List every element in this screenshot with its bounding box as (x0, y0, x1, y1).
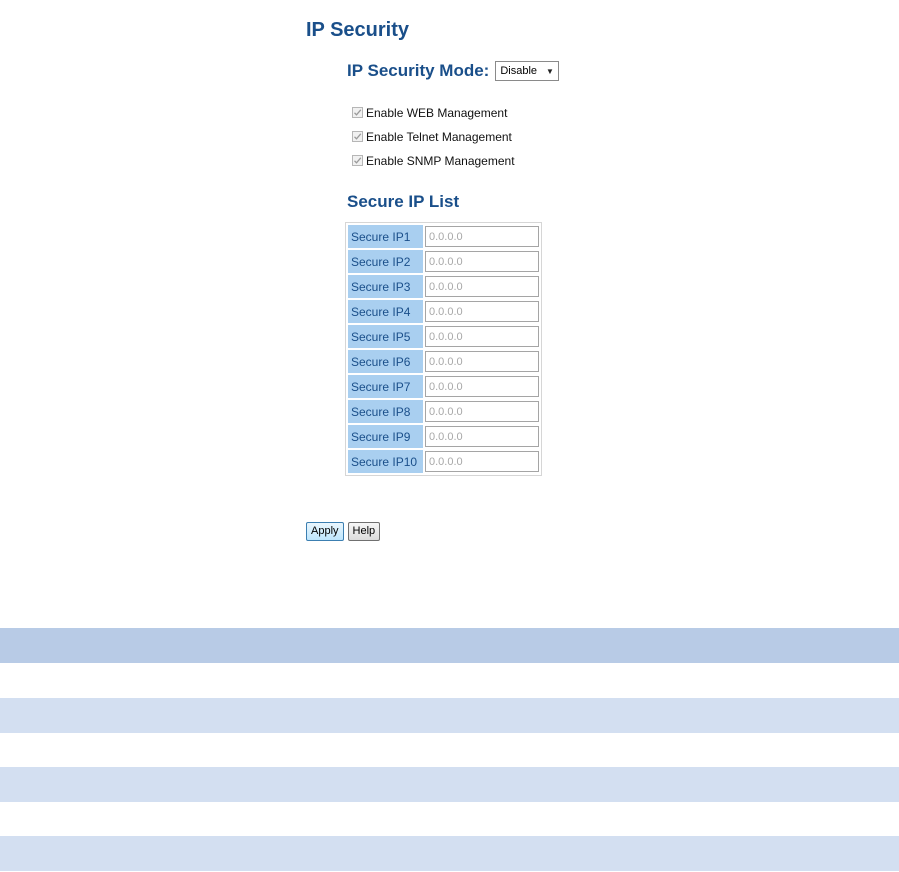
secure-ip-input[interactable] (425, 251, 539, 272)
secure-ip-label: Secure IP5 (348, 325, 423, 348)
snmp-management-checkbox[interactable] (352, 155, 363, 166)
web-management-checkbox[interactable] (352, 107, 363, 118)
checkmark-icon (354, 133, 362, 140)
secure-ip-label: Secure IP8 (348, 400, 423, 423)
secure-ip-input[interactable] (425, 401, 539, 422)
ip-security-mode-select[interactable]: Disable ▼ (495, 61, 559, 81)
management-options: Enable WEB Management Enable Telnet Mana… (352, 106, 515, 178)
telnet-management-label: Enable Telnet Management (366, 129, 512, 144)
secure-ip-list-title: Secure IP List (347, 192, 460, 211)
secure-ip-input[interactable] (425, 376, 539, 397)
table-row: Secure IP9 (348, 425, 539, 448)
checkmark-icon (354, 109, 362, 116)
snmp-management-option[interactable]: Enable SNMP Management (352, 153, 515, 168)
background-band (0, 836, 899, 871)
table-row: Secure IP6 (348, 350, 539, 373)
secure-ip-label: Secure IP1 (348, 225, 423, 248)
action-buttons: Apply Help (306, 522, 381, 541)
background-band (0, 628, 899, 663)
secure-ip-label: Secure IP4 (348, 300, 423, 323)
secure-ip-input[interactable] (425, 426, 539, 447)
secure-ip-input[interactable] (425, 226, 539, 247)
table-row: Secure IP10 (348, 450, 539, 473)
web-management-label: Enable WEB Management (366, 105, 508, 120)
secure-ip-input[interactable] (425, 276, 539, 297)
page: IP Security IP Security Mode: Disable ▼ … (0, 0, 899, 872)
checkmark-icon (354, 157, 362, 164)
secure-ip-label: Secure IP10 (348, 450, 423, 473)
table-row: Secure IP7 (348, 375, 539, 398)
ip-security-mode-row: IP Security Mode: Disable ▼ (347, 59, 559, 83)
secure-ip-input[interactable] (425, 351, 539, 372)
snmp-management-label: Enable SNMP Management (366, 153, 515, 168)
secure-ip-input[interactable] (425, 301, 539, 322)
table-row: Secure IP2 (348, 250, 539, 273)
table-row: Secure IP1 (348, 225, 539, 248)
ip-security-mode-label: IP Security Mode: (347, 61, 490, 80)
secure-ip-input[interactable] (425, 451, 539, 472)
secure-ip-table: Secure IP1 Secure IP2 Secure IP3 Secure … (345, 222, 542, 476)
secure-ip-label: Secure IP7 (348, 375, 423, 398)
telnet-management-checkbox[interactable] (352, 131, 363, 142)
secure-ip-label: Secure IP2 (348, 250, 423, 273)
table-row: Secure IP8 (348, 400, 539, 423)
background-band (0, 767, 899, 802)
table-row: Secure IP4 (348, 300, 539, 323)
background-band (0, 698, 899, 733)
telnet-management-option[interactable]: Enable Telnet Management (352, 129, 515, 144)
web-management-option[interactable]: Enable WEB Management (352, 105, 515, 120)
secure-ip-input[interactable] (425, 326, 539, 347)
secure-ip-label: Secure IP9 (348, 425, 423, 448)
table-row: Secure IP3 (348, 275, 539, 298)
secure-ip-label: Secure IP6 (348, 350, 423, 373)
page-title: IP Security (306, 19, 410, 41)
chevron-down-icon: ▼ (546, 66, 554, 76)
table-row: Secure IP5 (348, 325, 539, 348)
secure-ip-label: Secure IP3 (348, 275, 423, 298)
apply-button[interactable]: Apply (306, 522, 344, 541)
help-button[interactable]: Help (347, 522, 381, 541)
ip-security-mode-value: Disable (500, 65, 538, 77)
